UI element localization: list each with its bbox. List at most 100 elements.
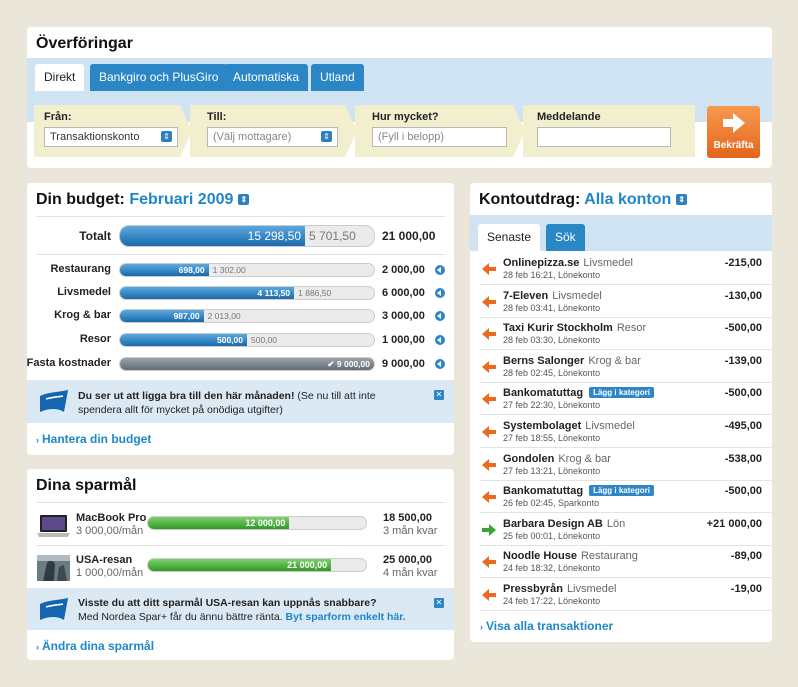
transaction-row[interactable]: Berns Salonger Krog & bar 28 feb 02:45, Lö… xyxy=(470,351,772,383)
transaction-amount: -500,00 xyxy=(724,322,762,335)
transaction-row[interactable]: Onlinepizza.se Livsmedel 28 feb 16:21, Lön… xyxy=(470,253,772,285)
transaction-name: Bankomatuttag xyxy=(503,485,584,498)
statement-tabbar: Senaste Sök xyxy=(470,215,772,251)
to-label: Till: xyxy=(207,111,227,123)
close-icon[interactable]: ✕ xyxy=(434,598,444,608)
statement-panel: Kontoutdrag: Alla konton ⇕ Senaste Sök On… xyxy=(470,183,772,642)
message-input[interactable] xyxy=(537,127,671,147)
transaction-row[interactable]: Barbara Design AB Lön 25 feb 00:01, Löneko… xyxy=(470,514,772,546)
transaction-amount: -19,00 xyxy=(730,583,762,595)
goal-per-month: 3 000,00/mån xyxy=(76,525,144,537)
chevron-right-icon: › xyxy=(480,622,483,632)
category-amount: 3 000,00 xyxy=(382,310,425,322)
category-amount: 2 000,00 xyxy=(382,264,425,276)
transfer-form: Från: Transaktionskonto ⇕ Till: (Välj mo… xyxy=(27,91,772,168)
goal-progress-bar: 21 000,00 xyxy=(147,558,367,572)
tab-automatiska[interactable]: Automatiska xyxy=(224,64,309,91)
savings-goal-row[interactable]: MacBook Pro 3 000,00/mån 12 000,00 18 50… xyxy=(27,509,454,549)
category-bar: ✔ 9 000,00 xyxy=(119,357,375,371)
expand-arrow-icon[interactable] xyxy=(435,265,445,275)
transaction-row[interactable]: Bankomatuttag Lägg i kategori 26 feb 02:45… xyxy=(470,481,772,514)
category-remaining: 1 886,50 xyxy=(298,288,332,298)
message-field: Meddelande xyxy=(523,105,695,157)
budget-category-row[interactable]: Restaurang 698,00 1 302,00 2 000,00 xyxy=(27,263,454,277)
chevron-right-icon: › xyxy=(36,435,39,445)
tab-direkt[interactable]: Direkt xyxy=(35,64,85,91)
period-select-icon[interactable]: ⇕ xyxy=(238,194,250,206)
savings-goal-row[interactable]: USA-resan 1 000,00/mån 21 000,00 25 000,… xyxy=(27,551,454,591)
transaction-category: Resor xyxy=(616,322,647,335)
from-label: Från: xyxy=(44,111,72,123)
category-amount: 1 000,00 xyxy=(382,334,425,346)
transaction-amount: -215,00 xyxy=(724,257,762,269)
select-arrows-icon: ⇕ xyxy=(321,131,332,142)
transaction-date: 27 feb 22:30, Lönekonto xyxy=(503,400,601,411)
expand-arrow-icon[interactable] xyxy=(435,311,445,321)
transaction-amount: -500,00 xyxy=(724,485,762,498)
transaction-row[interactable]: Noodle House Restaurang 24 feb 18:32, Löne… xyxy=(470,546,772,579)
tab-bankgiro[interactable]: Bankgiro och PlusGiro xyxy=(90,64,228,91)
budget-total-amount: 21 000,00 xyxy=(382,229,436,243)
confirm-button[interactable]: Bekräfta xyxy=(707,106,760,158)
transaction-row[interactable]: Taxi Kurir Stockholm Resor 28 feb 03:30, L… xyxy=(470,318,772,351)
transaction-name: Noodle House xyxy=(503,550,577,563)
confirm-label: Bekräfta xyxy=(713,140,754,151)
goal-name: USA-resan xyxy=(76,554,133,566)
expand-arrow-icon[interactable] xyxy=(435,288,445,298)
to-select[interactable]: (Välj mottagare) ⇕ xyxy=(207,127,338,147)
category-spent-fill: 987,00 xyxy=(120,310,204,322)
add-category-button[interactable]: Lägg i kategori xyxy=(589,485,654,497)
show-all-transactions-link[interactable]: › Visa alla transaktioner xyxy=(480,619,613,633)
statement-account[interactable]: Alla konton xyxy=(584,191,671,208)
transaction-row[interactable]: Bankomatuttag Lägg i kategori 27 feb 22:30… xyxy=(470,383,772,416)
budget-category-row[interactable]: Resor 500,00 500,00 1 000,00 xyxy=(27,333,454,347)
to-placeholder: (Välj mottagare) xyxy=(213,131,292,143)
transaction-row[interactable]: 7-Eleven Livsmedel 28 feb 03:41, Lönekonto… xyxy=(470,286,772,318)
manage-budget-link[interactable]: › Hantera din budget xyxy=(36,432,151,446)
tab-senaste[interactable]: Senaste xyxy=(478,224,541,251)
transaction-row[interactable]: Systembolaget Livsmedel 27 feb 18:55, Löne… xyxy=(470,416,772,448)
chevron-right-icon: › xyxy=(36,642,39,652)
transaction-row[interactable]: Pressbyrån Livsmedel 24 feb 17:22, Lönekon… xyxy=(470,579,772,611)
budget-category-row[interactable]: Fasta kostnader ✔ 9 000,00 9 000,00 xyxy=(27,357,454,371)
category-bar: 500,00 500,00 xyxy=(119,333,375,347)
category-amount: 6 000,00 xyxy=(382,287,425,299)
outgoing-arrow-icon xyxy=(482,556,496,569)
account-select-icon[interactable]: ⇕ xyxy=(676,194,688,206)
budget-title-label: Din budget: xyxy=(36,191,125,208)
budget-category-row[interactable]: Livsmedel 4 113,50 1 886,50 6 000,00 xyxy=(27,286,454,300)
transaction-date: 25 feb 00:01, Lönekonto xyxy=(503,530,601,541)
change-savings-link[interactable]: › Ändra dina sparmål xyxy=(36,639,154,653)
change-savings-form-link[interactable]: Byt sparform enkelt här. xyxy=(286,611,406,623)
budget-title: Din budget: Februari 2009 ⇕ xyxy=(36,191,250,209)
change-savings-label: Ändra dina sparmål xyxy=(42,639,155,653)
budget-category-row[interactable]: Krog & bar 987,00 2 013,00 3 000,00 xyxy=(27,309,454,323)
expand-arrow-icon[interactable] xyxy=(435,335,445,345)
tab-utland[interactable]: Utland xyxy=(311,64,364,91)
category-bar: 987,00 2 013,00 xyxy=(119,309,375,323)
transaction-category: Livsmedel xyxy=(566,583,617,595)
transaction-name: 7-Eleven xyxy=(503,289,549,302)
from-field: Från: Transaktionskonto ⇕ xyxy=(34,105,192,157)
from-select[interactable]: Transaktionskonto ⇕ xyxy=(44,127,178,147)
category-spent: 4 113,50 xyxy=(257,288,291,298)
select-arrows-icon: ⇕ xyxy=(161,131,172,142)
amount-input[interactable]: (Fyll i belopp) xyxy=(372,127,507,147)
tab-sok[interactable]: Sök xyxy=(546,224,585,251)
add-category-button[interactable]: Lägg i kategori xyxy=(589,387,654,399)
expand-arrow-icon[interactable] xyxy=(435,359,445,369)
transaction-date: 28 feb 03:30, Lönekonto xyxy=(503,335,601,346)
arrow-right-icon xyxy=(723,113,745,133)
to-field: Till: (Välj mottagare) ⇕ xyxy=(190,105,357,157)
savings-panel: Dina sparmål MacBook Pro 3 000,00/mån 12… xyxy=(27,469,454,660)
category-bar: 698,00 1 302,00 xyxy=(119,263,375,277)
category-remaining: 500,00 xyxy=(251,335,277,345)
budget-period[interactable]: Februari 2009 xyxy=(129,191,233,208)
budget-tip: Du ser ut att ligga bra till den här mån… xyxy=(27,380,454,423)
goal-progress-bar: 12 000,00 xyxy=(147,516,367,530)
transaction-category: Restaurang xyxy=(580,550,638,563)
close-icon[interactable]: ✕ xyxy=(434,390,444,400)
transaction-amount: -500,00 xyxy=(724,387,762,400)
transaction-amount: -139,00 xyxy=(724,354,762,367)
transaction-row[interactable]: Gondolen Krog & bar 27 feb 13:21, Lönekont… xyxy=(470,449,772,481)
